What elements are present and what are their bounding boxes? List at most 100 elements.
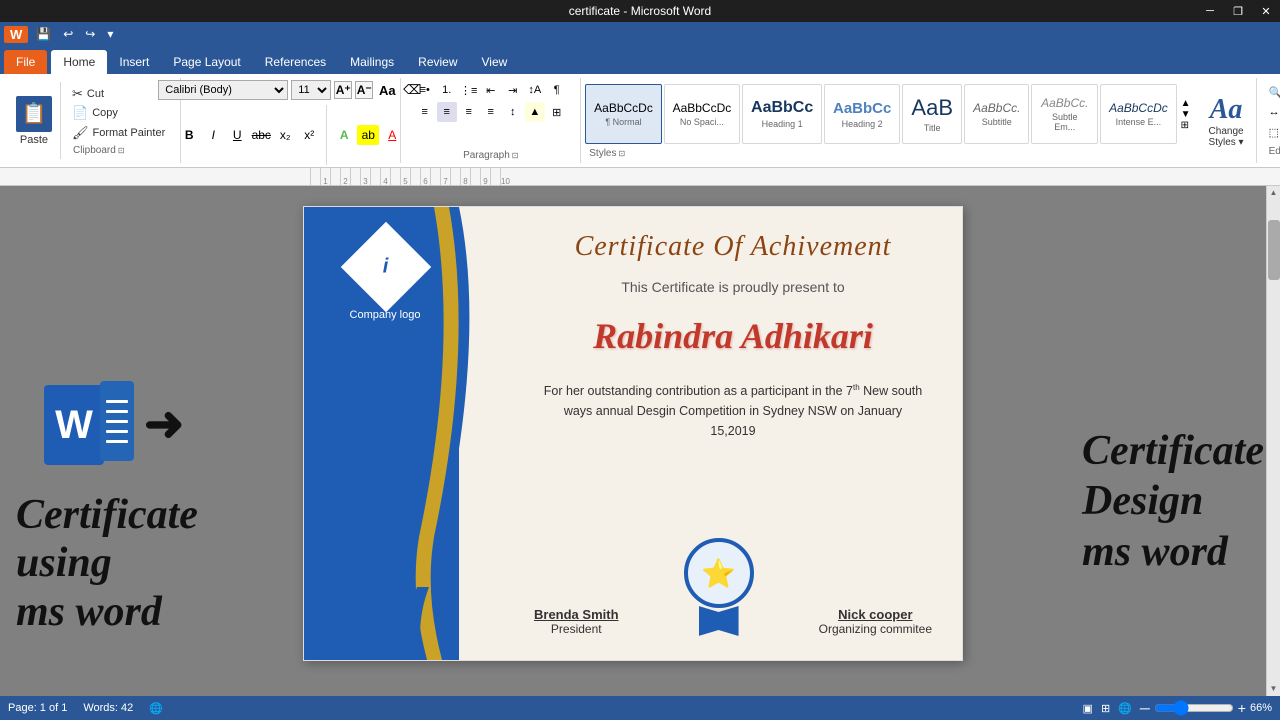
justify-button[interactable]: ≡ (481, 102, 501, 122)
tab-insert[interactable]: Insert (107, 50, 161, 74)
word-w-icon: W (44, 385, 104, 465)
paste-button[interactable]: 📋 Paste (8, 82, 61, 159)
window-title: certificate - Microsoft Word (569, 4, 711, 18)
style-subtle-em[interactable]: AaBbCc. Subtle Em... (1031, 84, 1098, 144)
tab-references[interactable]: References (253, 50, 338, 74)
para-row2: ≡ ≡ ≡ ≡ ↕ ▲ ⊞ (415, 102, 567, 122)
styles-row: AaBbCcDc ¶ Normal AaBbCcDc No Spaci... A… (585, 82, 1192, 146)
sort-button[interactable]: ↕A (525, 80, 545, 100)
close-button[interactable]: ✕ (1252, 0, 1280, 22)
cert-signatories: Brenda Smith President ⭐ Nick cooper Org… (534, 538, 932, 636)
cut-button[interactable]: ✂ Cut (69, 85, 168, 103)
ruler-mark: 7 (440, 168, 450, 186)
zoom-in-button[interactable]: + (1238, 700, 1246, 716)
minimize-button[interactable]: ─ (1196, 0, 1224, 22)
show-formatting-button[interactable]: ¶ (547, 80, 567, 100)
restore-button[interactable]: ❐ (1224, 0, 1252, 22)
scrollbar-up-button[interactable]: ▲ (1267, 186, 1280, 200)
styles-up-button[interactable]: ▲ (1181, 98, 1191, 109)
bullets-button[interactable]: ≡• (415, 80, 435, 100)
redo-quick-button[interactable]: ↪ (81, 25, 99, 43)
style-heading1[interactable]: AaBbCc Heading 1 (742, 84, 822, 144)
align-center-button[interactable]: ≡ (437, 102, 457, 122)
line-spacing-button[interactable]: ↕ (503, 102, 523, 122)
change-case-button[interactable]: Aa (376, 80, 398, 100)
subscript-button[interactable]: x₂ (274, 125, 296, 145)
font-group-content: Calibri (Body) 11 A⁺ A⁻ Aa ⌫ B I U abc x… (187, 80, 394, 165)
customize-quick-button[interactable]: ▾ (103, 25, 117, 43)
shading-button[interactable]: ▲ (525, 102, 545, 122)
clipboard-group: 📋 Paste ✂ Cut 📄 Copy 🖌 Format Painter Cl… (0, 78, 181, 163)
tab-page-layout[interactable]: Page Layout (161, 50, 252, 74)
styles-more-button[interactable]: ⊞ (1181, 120, 1191, 131)
multilevel-button[interactable]: ⋮≡ (459, 80, 479, 100)
style-heading2[interactable]: AaBbCc Heading 2 (824, 84, 900, 144)
right-text-line2: Design (1082, 476, 1264, 526)
style-subtitle[interactable]: AaBbCc. Subtitle (964, 84, 1029, 144)
bold-button[interactable]: B (178, 125, 200, 145)
save-quick-button[interactable]: 💾 (32, 25, 55, 43)
word-icon-container: W (44, 381, 134, 469)
tab-home[interactable]: Home (51, 50, 107, 74)
clipboard-expand-icon[interactable]: ⊡ (118, 146, 125, 155)
copy-icon: 📄 (72, 105, 88, 121)
tab-view[interactable]: View (470, 50, 520, 74)
decrease-indent-button[interactable]: ⇤ (481, 80, 501, 100)
view-print-button[interactable]: ▣ (1083, 702, 1093, 715)
left-text-line2: using (16, 539, 198, 587)
select-button[interactable]: ⬚ Select ▾ (1265, 124, 1280, 141)
replace-button[interactable]: ↔ Replace (1265, 104, 1280, 120)
tab-mailings[interactable]: Mailings (338, 50, 406, 74)
change-styles-button[interactable]: Aa ChangeStyles ▾ (1205, 90, 1248, 152)
underline-button[interactable]: U (226, 125, 248, 145)
style-normal[interactable]: AaBbCcDc ¶ Normal (585, 84, 661, 144)
highlight-button[interactable]: ab (357, 125, 379, 145)
format-painter-button[interactable]: 🖌 Format Painter (69, 124, 168, 142)
font-shrink-button[interactable]: A⁻ (355, 81, 373, 99)
superscript-button[interactable]: x² (298, 125, 320, 145)
find-icon: 🔍 (1269, 86, 1280, 99)
styles-group-label: Styles ⊡ (585, 148, 1192, 159)
scrollbar-thumb[interactable] (1268, 220, 1280, 280)
style-heading2-name: Heading 2 (842, 119, 883, 129)
para-row1: ≡• 1. ⋮≡ ⇤ ⇥ ↕A ¶ (415, 80, 567, 100)
view-fullscreen-button[interactable]: ⊞ (1101, 702, 1110, 715)
find-button[interactable]: 🔍 Find ▾ (1265, 84, 1280, 101)
style-no-spacing[interactable]: AaBbCcDc No Spaci... (664, 84, 740, 144)
view-web-button[interactable]: 🌐 (1118, 702, 1132, 715)
align-left-button[interactable]: ≡ (415, 102, 435, 122)
borders-button[interactable]: ⊞ (547, 102, 567, 122)
certificate-document[interactable]: i Company logo Certificate Of Achivement… (303, 206, 963, 661)
text-effects-button[interactable]: A (333, 125, 355, 145)
strikethrough-button[interactable]: abc (250, 125, 272, 145)
font-family-select[interactable]: Calibri (Body) (158, 80, 288, 100)
font-grow-button[interactable]: A⁺ (334, 81, 352, 99)
editing-group-label: Editing (1265, 146, 1280, 157)
numbering-button[interactable]: 1. (437, 80, 457, 100)
align-right-button[interactable]: ≡ (459, 102, 479, 122)
style-intense-em[interactable]: AaBbCcDc Intense E... (1100, 84, 1176, 144)
ruler-mark (490, 168, 500, 186)
font-color-button[interactable]: A (381, 125, 403, 145)
tab-file[interactable]: File (4, 50, 47, 74)
undo-quick-button[interactable]: ↩ (59, 25, 77, 43)
cert-company-label: Company logo (330, 309, 440, 321)
copy-button[interactable]: 📄 Copy (69, 104, 168, 122)
vertical-scrollbar[interactable]: ▲ ▼ (1266, 186, 1280, 696)
cert-sig1-name: Brenda Smith (534, 607, 619, 622)
zoom-out-button[interactable]: ─ (1140, 700, 1150, 716)
paragraph-expand-icon[interactable]: ⊡ (512, 151, 519, 160)
italic-button[interactable]: I (202, 125, 224, 145)
cert-company-label-text: Company logo (350, 309, 421, 321)
scrollbar-track[interactable] (1267, 280, 1280, 682)
zoom-slider[interactable] (1154, 700, 1234, 716)
style-title[interactable]: AaB Title (902, 84, 962, 144)
ruler-mark: 2 (340, 168, 350, 186)
styles-down-button[interactable]: ▼ (1181, 109, 1191, 120)
scrollbar-down-button[interactable]: ▼ (1267, 682, 1280, 696)
tab-review[interactable]: Review (406, 50, 469, 74)
increase-indent-button[interactable]: ⇥ (503, 80, 523, 100)
styles-expand-icon[interactable]: ⊡ (619, 149, 626, 158)
style-heading1-preview: AaBbCc (751, 99, 813, 117)
font-size-select[interactable]: 11 (291, 80, 331, 100)
